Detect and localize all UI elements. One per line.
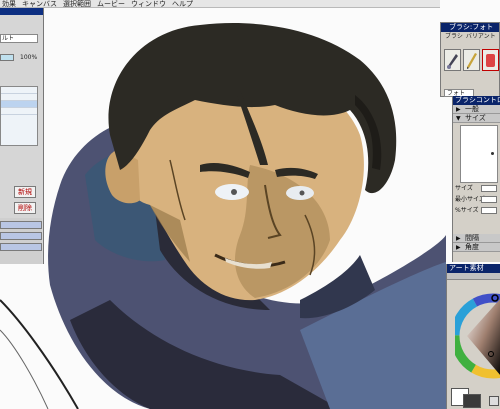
- layers-panel: ルト 100% 新規 削除: [0, 8, 44, 264]
- additional-color-swatch[interactable]: [463, 394, 481, 408]
- brush-dot: [491, 152, 494, 155]
- eraser-icon: [486, 54, 495, 67]
- menu-item-select[interactable]: 選択範囲: [63, 0, 91, 7]
- brush-size-preview: [460, 125, 498, 183]
- menu-item-canvas[interactable]: キャンバス: [22, 0, 57, 7]
- list-item[interactable]: [1, 94, 37, 101]
- param-percent-size: %サイズ: [453, 205, 500, 216]
- param-label: %サイズ: [455, 207, 479, 214]
- brush-tool-row: [444, 49, 500, 83]
- param-size: サイズ: [453, 183, 500, 194]
- brush-control-panel: ブラシコントロ ▶ 一般 ▼ サイズ サイズ 最小サイズ %サイズ ▶ 間隔 ▶ 角度: [452, 96, 500, 262]
- menu-item-window[interactable]: ウィンドウ: [131, 0, 166, 7]
- section-size[interactable]: ▼ サイズ: [453, 114, 500, 123]
- tab-variant[interactable]: バリアント: [466, 32, 496, 41]
- menu-item-effects[interactable]: 効果: [2, 0, 16, 7]
- list-item[interactable]: [1, 108, 37, 115]
- opacity-value: 100%: [20, 54, 38, 61]
- section-label: 角度: [465, 243, 479, 251]
- section-label: 間隔: [465, 234, 479, 242]
- panel-bottom: [0, 218, 42, 264]
- section-angle[interactable]: ▶ 角度: [453, 243, 500, 252]
- art-material-title[interactable]: アート素材: [447, 264, 500, 273]
- painting-canvas[interactable]: [0, 0, 500, 409]
- list-item[interactable]: [0, 243, 42, 251]
- section-spacing[interactable]: ▶ 間隔: [453, 234, 500, 243]
- eraser-tool-button[interactable]: [482, 49, 499, 71]
- min-size-slider[interactable]: [481, 196, 497, 203]
- chevron-down-icon: ▼: [456, 115, 461, 122]
- list-item[interactable]: [0, 232, 42, 240]
- tab-brush[interactable]: ブラシ: [445, 32, 463, 41]
- opacity-slider[interactable]: [0, 54, 14, 61]
- brush-tabs: ブラシ バリアント: [441, 32, 499, 41]
- layers-panel-titlebar[interactable]: [0, 8, 43, 15]
- size-slider[interactable]: [481, 185, 497, 192]
- chevron-right-icon: ▶: [456, 106, 461, 113]
- brush-control-title[interactable]: ブラシコントロ: [453, 96, 500, 105]
- color-subheader[interactable]: [447, 273, 500, 280]
- art-material-panel: アート素材: [446, 264, 500, 409]
- brush-selector-panel: ブラシ:フォト ブラシ バリアント フォト: [440, 22, 500, 97]
- list-item[interactable]: [1, 87, 37, 94]
- brush-tool-button[interactable]: [444, 49, 461, 71]
- pencil-icon: [467, 53, 477, 69]
- new-button[interactable]: 新規: [14, 186, 36, 198]
- param-label: サイズ: [455, 185, 473, 192]
- delete-button[interactable]: 削除: [14, 202, 36, 214]
- chevron-right-icon: ▶: [456, 235, 461, 242]
- list-item[interactable]: [1, 101, 37, 108]
- chevron-right-icon: ▶: [456, 244, 461, 251]
- menu-item-movie[interactable]: ムービー: [97, 0, 125, 7]
- swap-colors-icon[interactable]: [489, 396, 499, 406]
- section-label: サイズ: [465, 114, 486, 122]
- section-general[interactable]: ▶ 一般: [453, 105, 500, 114]
- section-label: 一般: [465, 105, 479, 113]
- layer-list[interactable]: [0, 86, 38, 146]
- menu-bar: 効果 キャンバス 選択範囲 ムービー ウィンドウ ヘルプ: [0, 0, 440, 8]
- percent-size-slider[interactable]: [481, 207, 497, 214]
- brush-icon: [447, 54, 458, 69]
- app-window: 効果 キャンバス 選択範囲 ムービー ウィンドウ ヘルプ ルト 100% 新規 …: [0, 0, 500, 409]
- menu-item-help[interactable]: ヘルプ: [172, 0, 193, 7]
- color-wheel[interactable]: [455, 284, 500, 384]
- param-min-size: 最小サイズ: [453, 194, 500, 205]
- list-item[interactable]: [0, 221, 42, 229]
- composite-method-select[interactable]: ルト: [0, 34, 38, 43]
- brush-panel-title[interactable]: ブラシ:フォト: [441, 23, 499, 32]
- pencil-tool-button[interactable]: [463, 49, 480, 71]
